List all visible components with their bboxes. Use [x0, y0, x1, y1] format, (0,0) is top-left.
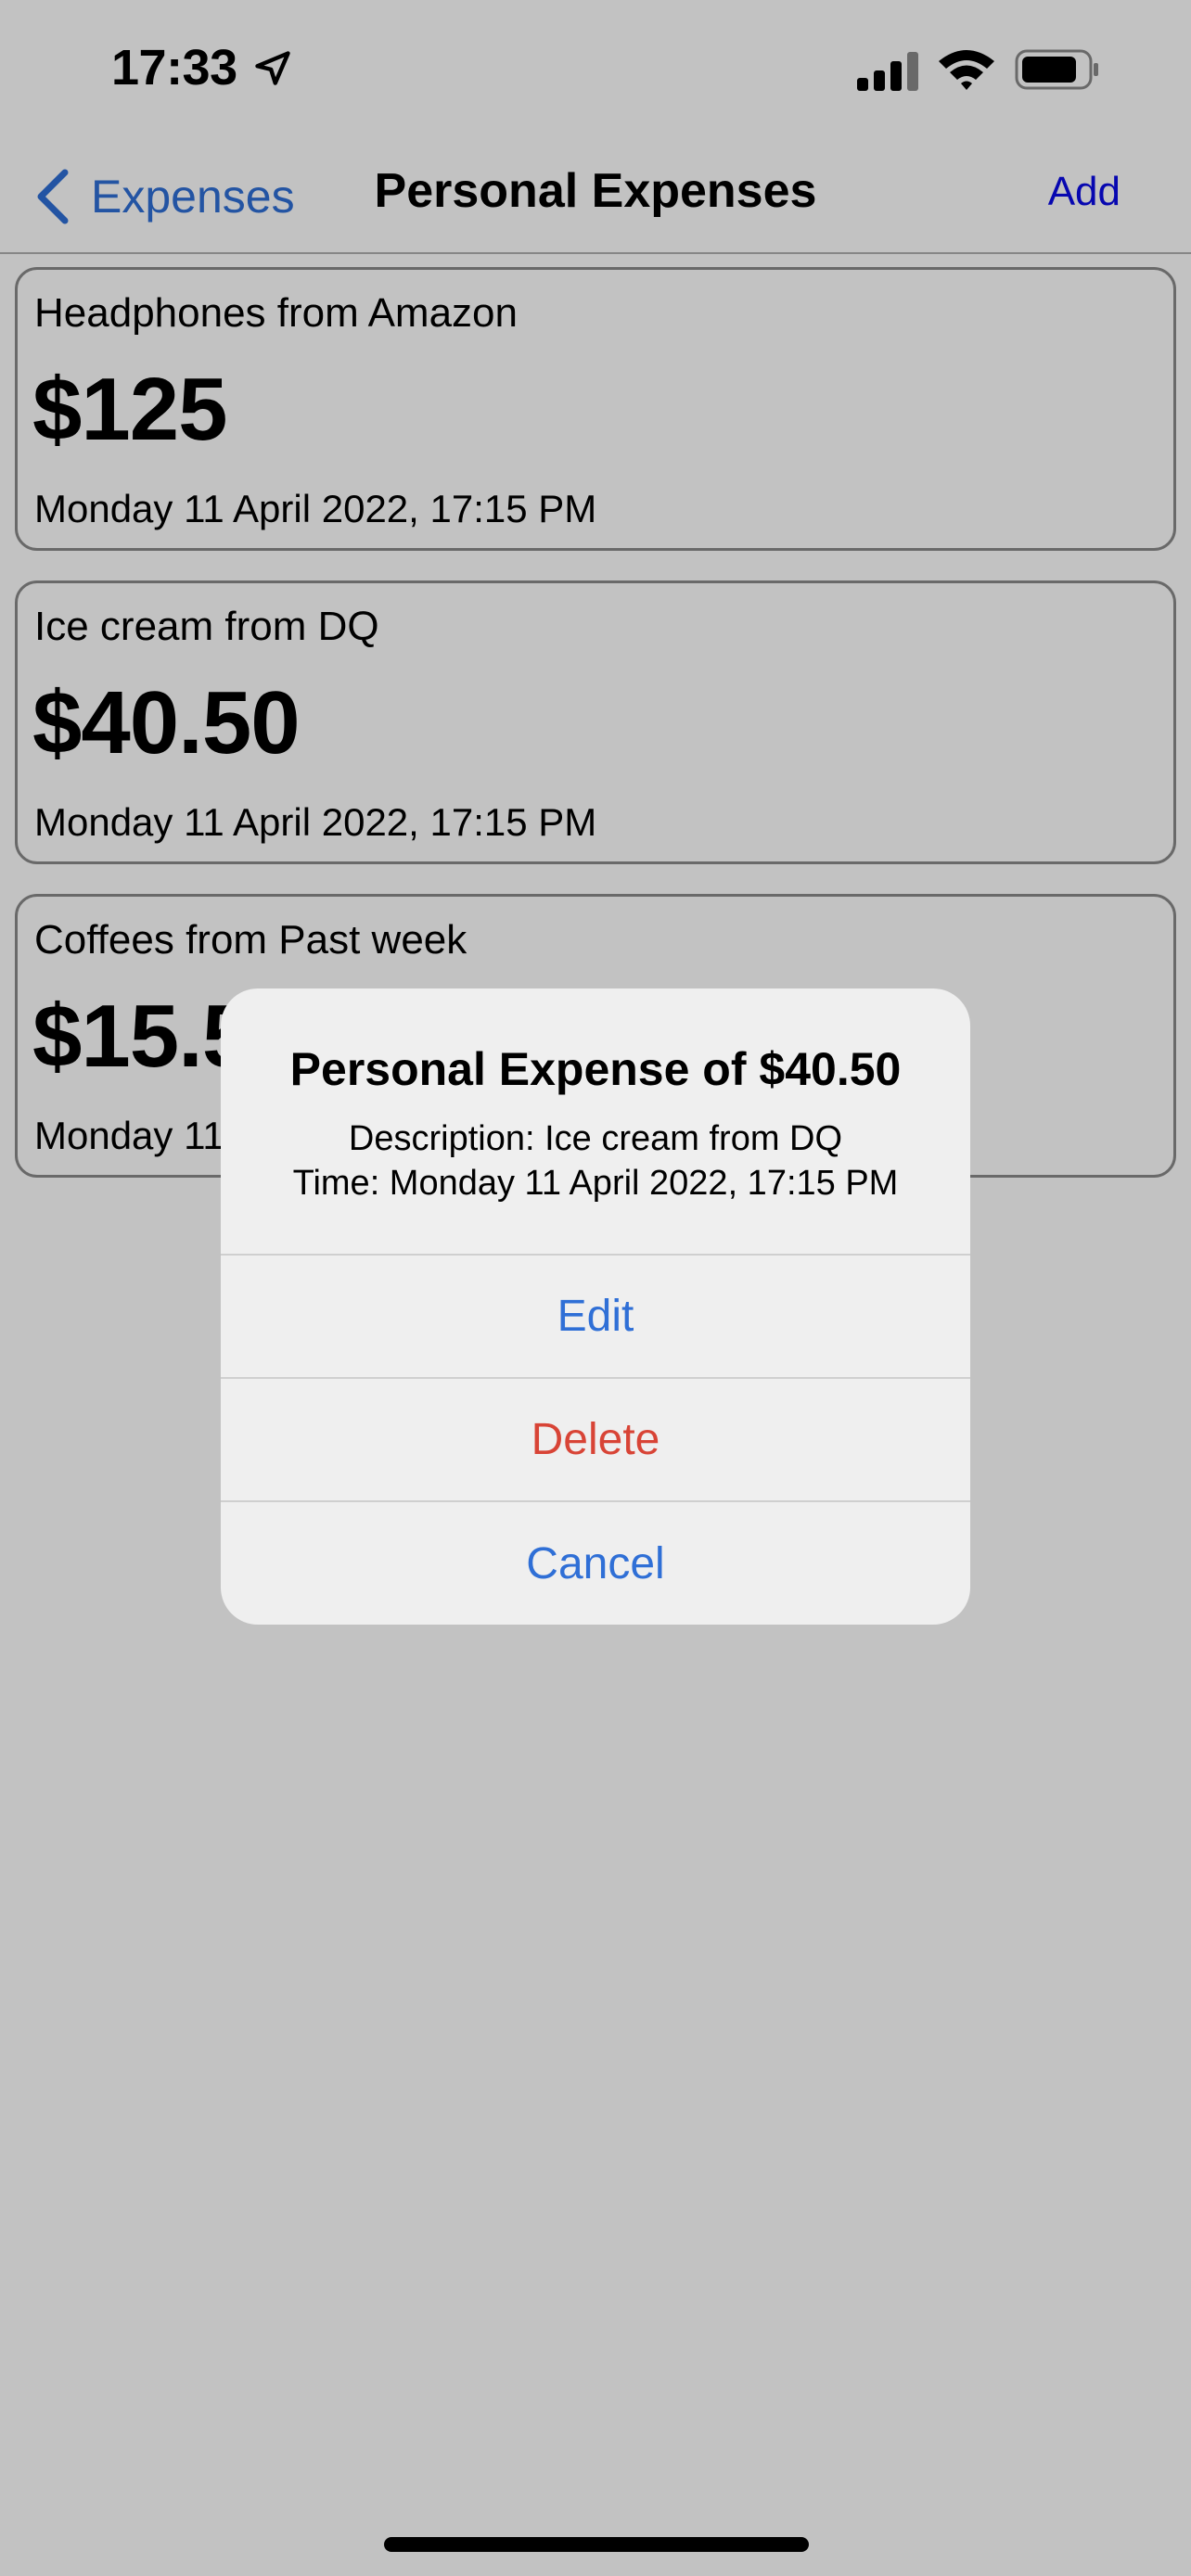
cancel-button[interactable]: Cancel — [221, 1502, 970, 1625]
home-indicator[interactable] — [384, 2537, 809, 2552]
alert-time: Time: Monday 11 April 2022, 17:15 PM — [292, 1164, 899, 1203]
alert-title: Personal Expense of $40.50 — [289, 1043, 902, 1095]
alert-header: Personal Expense of $40.50 Description: … — [221, 988, 970, 1256]
alert-description: Description: Ice cream from DQ — [348, 1119, 843, 1158]
edit-button[interactable]: Edit — [221, 1256, 970, 1379]
expense-action-alert: Personal Expense of $40.50 Description: … — [221, 988, 970, 1625]
delete-button[interactable]: Delete — [221, 1379, 970, 1502]
screen: 17:33 Expenses Personal Expenses Add Hea… — [0, 0, 1191, 2576]
